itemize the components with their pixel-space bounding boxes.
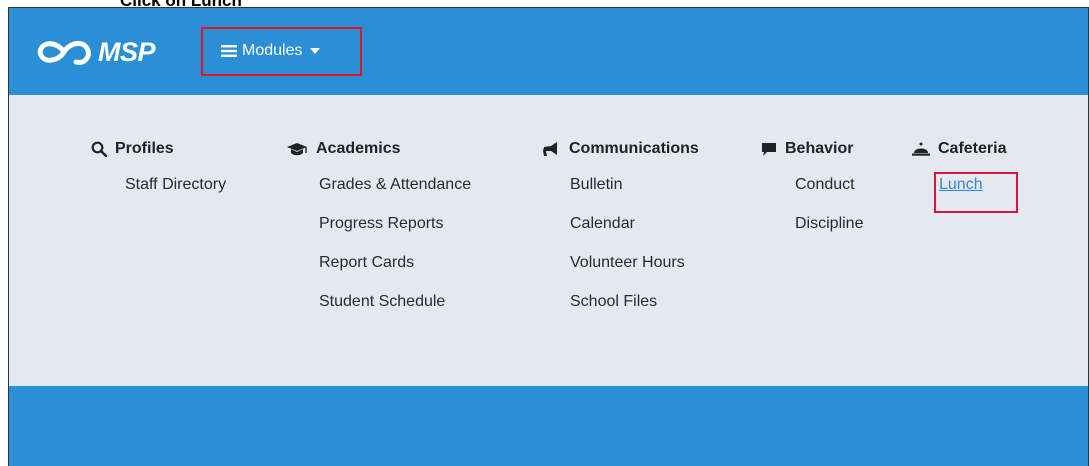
menu-item-bulletin[interactable]: Bulletin bbox=[570, 176, 699, 215]
bullhorn-icon bbox=[543, 142, 557, 156]
menu-heading-cafeteria: Cafeteria bbox=[912, 138, 1006, 160]
menu-heading-profiles: Profiles bbox=[91, 138, 226, 160]
brand-name: MSP bbox=[98, 36, 156, 67]
search-icon bbox=[91, 141, 107, 157]
menu-heading-academics: Academics bbox=[286, 138, 471, 160]
cloche-icon bbox=[912, 142, 930, 156]
menu-column-academics: Academics Grades & Attendance Progress R… bbox=[286, 138, 471, 332]
menu-heading-label: Communications bbox=[569, 140, 699, 157]
menu-item-staff-directory[interactable]: Staff Directory bbox=[125, 176, 226, 215]
menu-heading-label: Academics bbox=[316, 140, 401, 157]
menu-heading-label: Cafeteria bbox=[938, 140, 1007, 157]
graduation-cap-icon bbox=[287, 143, 307, 156]
caret-down-icon bbox=[310, 48, 321, 54]
menu-item-discipline[interactable]: Discipline bbox=[795, 215, 863, 254]
menu-heading-communications: Communications bbox=[541, 138, 699, 160]
menu-heading-label: Behavior bbox=[785, 140, 854, 157]
msp-logo[interactable]: MSP bbox=[34, 32, 156, 72]
menu-list-profiles: Staff Directory bbox=[125, 176, 226, 215]
menu-column-communications: Communications Bulletin Calendar Volunte… bbox=[541, 138, 699, 332]
menu-item-school-files[interactable]: School Files bbox=[570, 293, 699, 332]
menu-item-progress-reports[interactable]: Progress Reports bbox=[319, 215, 471, 254]
menu-list-behavior: Conduct Discipline bbox=[795, 176, 863, 254]
comment-icon bbox=[762, 143, 776, 156]
menu-item-conduct[interactable]: Conduct bbox=[795, 176, 863, 215]
menu-item-report-cards[interactable]: Report Cards bbox=[319, 254, 471, 293]
menu-item-lunch[interactable]: Lunch bbox=[939, 176, 1006, 215]
modules-label: Modules bbox=[242, 42, 303, 59]
menu-item-volunteer-hours[interactable]: Volunteer Hours bbox=[570, 254, 699, 293]
modules-menu-panel: Profiles Staff Directory Academics Grade… bbox=[9, 95, 1088, 386]
app-window: MSP Modules Profiles Staff Directory Aca… bbox=[8, 7, 1089, 466]
menu-column-cafeteria: Cafeteria Lunch bbox=[912, 138, 1006, 215]
menu-item-calendar[interactable]: Calendar bbox=[570, 215, 699, 254]
infinity-logo-icon bbox=[37, 41, 91, 65]
menu-list-communications: Bulletin Calendar Volunteer Hours School… bbox=[570, 176, 699, 332]
menu-column-behavior: Behavior Conduct Discipline bbox=[761, 138, 863, 254]
footer-bar bbox=[9, 386, 1088, 466]
hamburger-icon bbox=[221, 45, 237, 57]
modules-dropdown-button[interactable]: Modules bbox=[211, 32, 330, 70]
menu-item-student-schedule[interactable]: Student Schedule bbox=[319, 293, 471, 332]
menu-heading-label: Profiles bbox=[115, 140, 174, 157]
menu-heading-behavior: Behavior bbox=[761, 138, 863, 160]
menu-column-profiles: Profiles Staff Directory bbox=[91, 138, 226, 215]
menu-list-academics: Grades & Attendance Progress Reports Rep… bbox=[319, 176, 471, 332]
menu-list-cafeteria: Lunch bbox=[939, 176, 1006, 215]
top-navbar: MSP Modules bbox=[9, 8, 1088, 95]
menu-item-grades-attendance[interactable]: Grades & Attendance bbox=[319, 176, 471, 215]
